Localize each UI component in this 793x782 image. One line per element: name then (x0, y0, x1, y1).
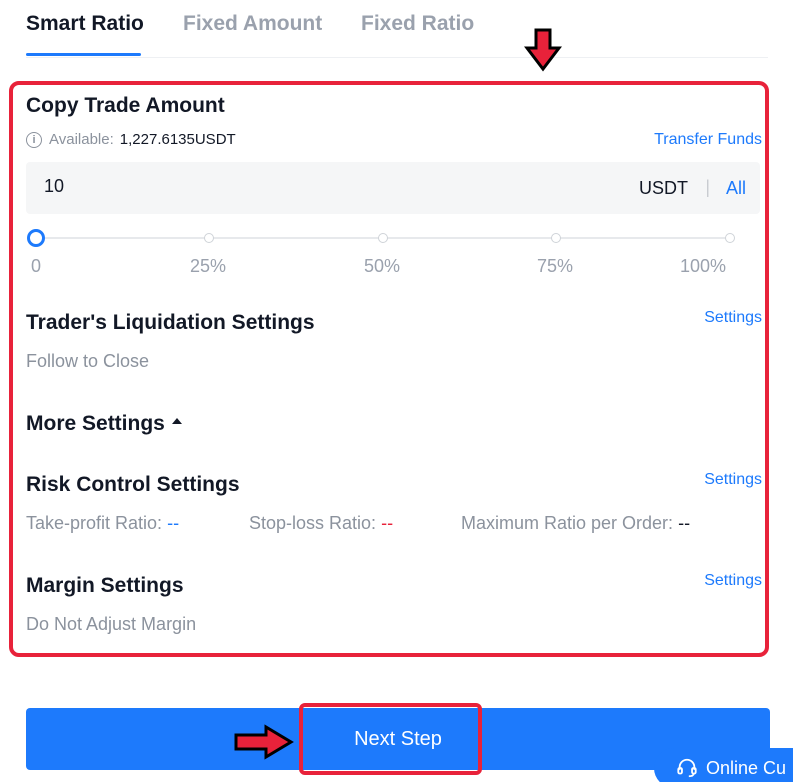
available-label: Available: (49, 131, 114, 148)
arrow-right-icon (234, 724, 294, 760)
slider-stop-75[interactable] (551, 233, 561, 243)
amount-field[interactable]: USDT | All (26, 162, 760, 214)
more-settings-label: More Settings (26, 412, 165, 435)
tab-bar: Smart Ratio Fixed Amount Fixed Ratio (26, 0, 768, 58)
online-support-label: Online Cu (706, 757, 787, 778)
tab-fixed-ratio[interactable]: Fixed Ratio (361, 12, 474, 36)
more-settings-toggle[interactable]: More Settings (26, 412, 182, 436)
take-profit-label: Take-profit Ratio: (26, 513, 163, 533)
amount-separator: | (705, 177, 710, 197)
available-value: 1,227.6135USDT (119, 131, 236, 148)
margin-settings-link[interactable]: Settings (704, 572, 762, 590)
liquidation-settings-title: Trader's Liquidation Settings (26, 311, 315, 334)
slider-label-25: 25% (190, 256, 227, 276)
active-tab-indicator (26, 53, 141, 56)
slider-stop-100[interactable] (725, 233, 735, 243)
info-icon[interactable]: i (26, 131, 42, 148)
margin-value: Do Not Adjust Margin (26, 614, 197, 634)
transfer-funds-link[interactable]: Transfer Funds (654, 131, 762, 149)
risk-control-settings-link[interactable]: Settings (704, 471, 762, 489)
liquidation-settings-link[interactable]: Settings (704, 309, 762, 327)
slider-label-75: 75% (537, 256, 574, 276)
tab-fixed-amount[interactable]: Fixed Amount (183, 12, 322, 36)
arrow-down-icon (524, 28, 562, 72)
tab-smart-ratio[interactable]: Smart Ratio (26, 12, 144, 36)
online-support-button[interactable]: Online Cu (654, 748, 793, 782)
slider-label-0: 0 (31, 256, 42, 276)
max-ratio-value: -- (678, 513, 691, 533)
slider-label-100: 100% (680, 256, 727, 276)
all-button[interactable]: All (726, 178, 746, 199)
amount-slider-handle[interactable] (27, 229, 45, 247)
take-profit-value: -- (167, 513, 180, 533)
slider-label-50: 50% (364, 256, 401, 276)
amount-unit: USDT (639, 178, 688, 198)
liquidation-value: Follow to Close (26, 351, 150, 371)
headset-icon (677, 758, 697, 778)
available-balance: i Available: 1,227.6135USDT (26, 131, 236, 148)
take-profit-ratio: Take-profit Ratio: -- (26, 513, 179, 534)
copy-trade-amount-title: Copy Trade Amount (26, 94, 225, 117)
margin-settings-title: Margin Settings (26, 574, 184, 597)
max-ratio-label: Maximum Ratio per Order: (461, 513, 674, 533)
caret-up-icon (171, 418, 182, 425)
stop-loss-label: Stop-loss Ratio: (249, 513, 377, 533)
slider-stop-50[interactable] (378, 233, 388, 243)
max-ratio-per-order: Maximum Ratio per Order: -- (461, 513, 690, 534)
risk-control-title: Risk Control Settings (26, 473, 240, 496)
stop-loss-value: -- (381, 513, 394, 533)
stop-loss-ratio: Stop-loss Ratio: -- (249, 513, 393, 534)
amount-input[interactable] (44, 176, 344, 197)
slider-stop-25[interactable] (204, 233, 214, 243)
